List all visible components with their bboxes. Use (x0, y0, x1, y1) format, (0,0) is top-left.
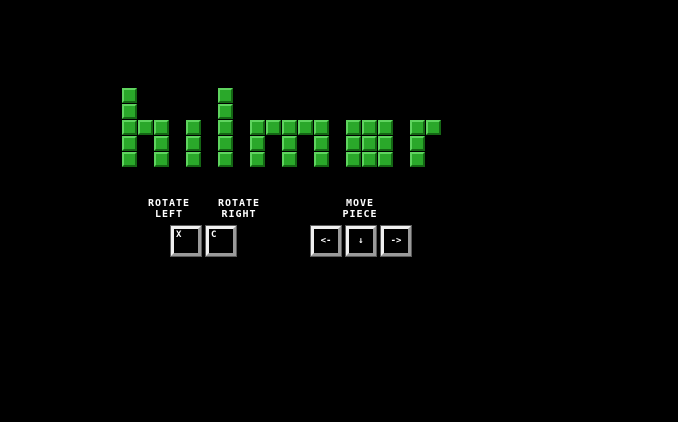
logo-block (362, 136, 377, 151)
logo-block (282, 136, 297, 151)
logo-block (378, 152, 393, 167)
logo-block (250, 152, 265, 167)
rotate-right-label-line2: RIGHT (221, 209, 257, 220)
rotate-right-label: ROTATE RIGHT (206, 198, 272, 220)
logo-block (346, 120, 361, 135)
logo-block (218, 120, 233, 135)
move-right-key[interactable]: -> (380, 225, 412, 257)
rotate-right-label-line1: ROTATE (217, 198, 261, 209)
move-piece-label-line1: MOVE (345, 198, 375, 209)
logo-block (218, 152, 233, 167)
logo-block (186, 120, 201, 135)
logo-block (186, 136, 201, 151)
logo-block (314, 152, 329, 167)
logo-block (362, 120, 377, 135)
logo-block (122, 120, 137, 135)
move-piece-label-line2: PIECE (342, 209, 378, 220)
logo-block (378, 136, 393, 151)
arrow-left-icon: <- (320, 236, 332, 246)
logo-block (154, 136, 169, 151)
logo-block (218, 104, 233, 119)
logo-block (378, 120, 393, 135)
logo-block (122, 152, 137, 167)
logo-block (362, 152, 377, 167)
logo-block (154, 120, 169, 135)
logo-block (410, 152, 425, 167)
logo-block (410, 136, 425, 151)
logo-block (314, 136, 329, 151)
logo-block (410, 120, 425, 135)
logo-block (282, 120, 297, 135)
logo-block (122, 104, 137, 119)
rotate-left-label: ROTATE LEFT (138, 198, 200, 220)
logo-block (218, 136, 233, 151)
arrow-right-icon: -> (390, 236, 402, 246)
logo-block (250, 136, 265, 151)
game-title-logo (122, 88, 441, 167)
logo-block (138, 120, 153, 135)
rotate-left-label-line1: ROTATE (147, 198, 191, 209)
logo-block (314, 120, 329, 135)
rotate-left-label-line2: LEFT (154, 209, 184, 220)
move-left-key[interactable]: <- (310, 225, 342, 257)
logo-block (122, 136, 137, 151)
logo-block (266, 120, 281, 135)
logo-block (298, 120, 313, 135)
logo-block (154, 152, 169, 167)
logo-block (250, 120, 265, 135)
arrow-down-icon: ↓ (358, 236, 364, 246)
logo-block (346, 152, 361, 167)
logo-block (186, 152, 201, 167)
logo-block (282, 152, 297, 167)
rotate-right-key-cap: C (211, 230, 217, 240)
logo-block (426, 120, 441, 135)
logo-block (218, 88, 233, 103)
logo-block (346, 136, 361, 151)
logo-block (122, 88, 137, 103)
rotate-left-key[interactable]: X (170, 225, 202, 257)
rotate-right-key[interactable]: C (205, 225, 237, 257)
rotate-left-key-cap: X (176, 230, 182, 240)
move-piece-label: MOVE PIECE (330, 198, 390, 220)
move-down-key[interactable]: ↓ (345, 225, 377, 257)
